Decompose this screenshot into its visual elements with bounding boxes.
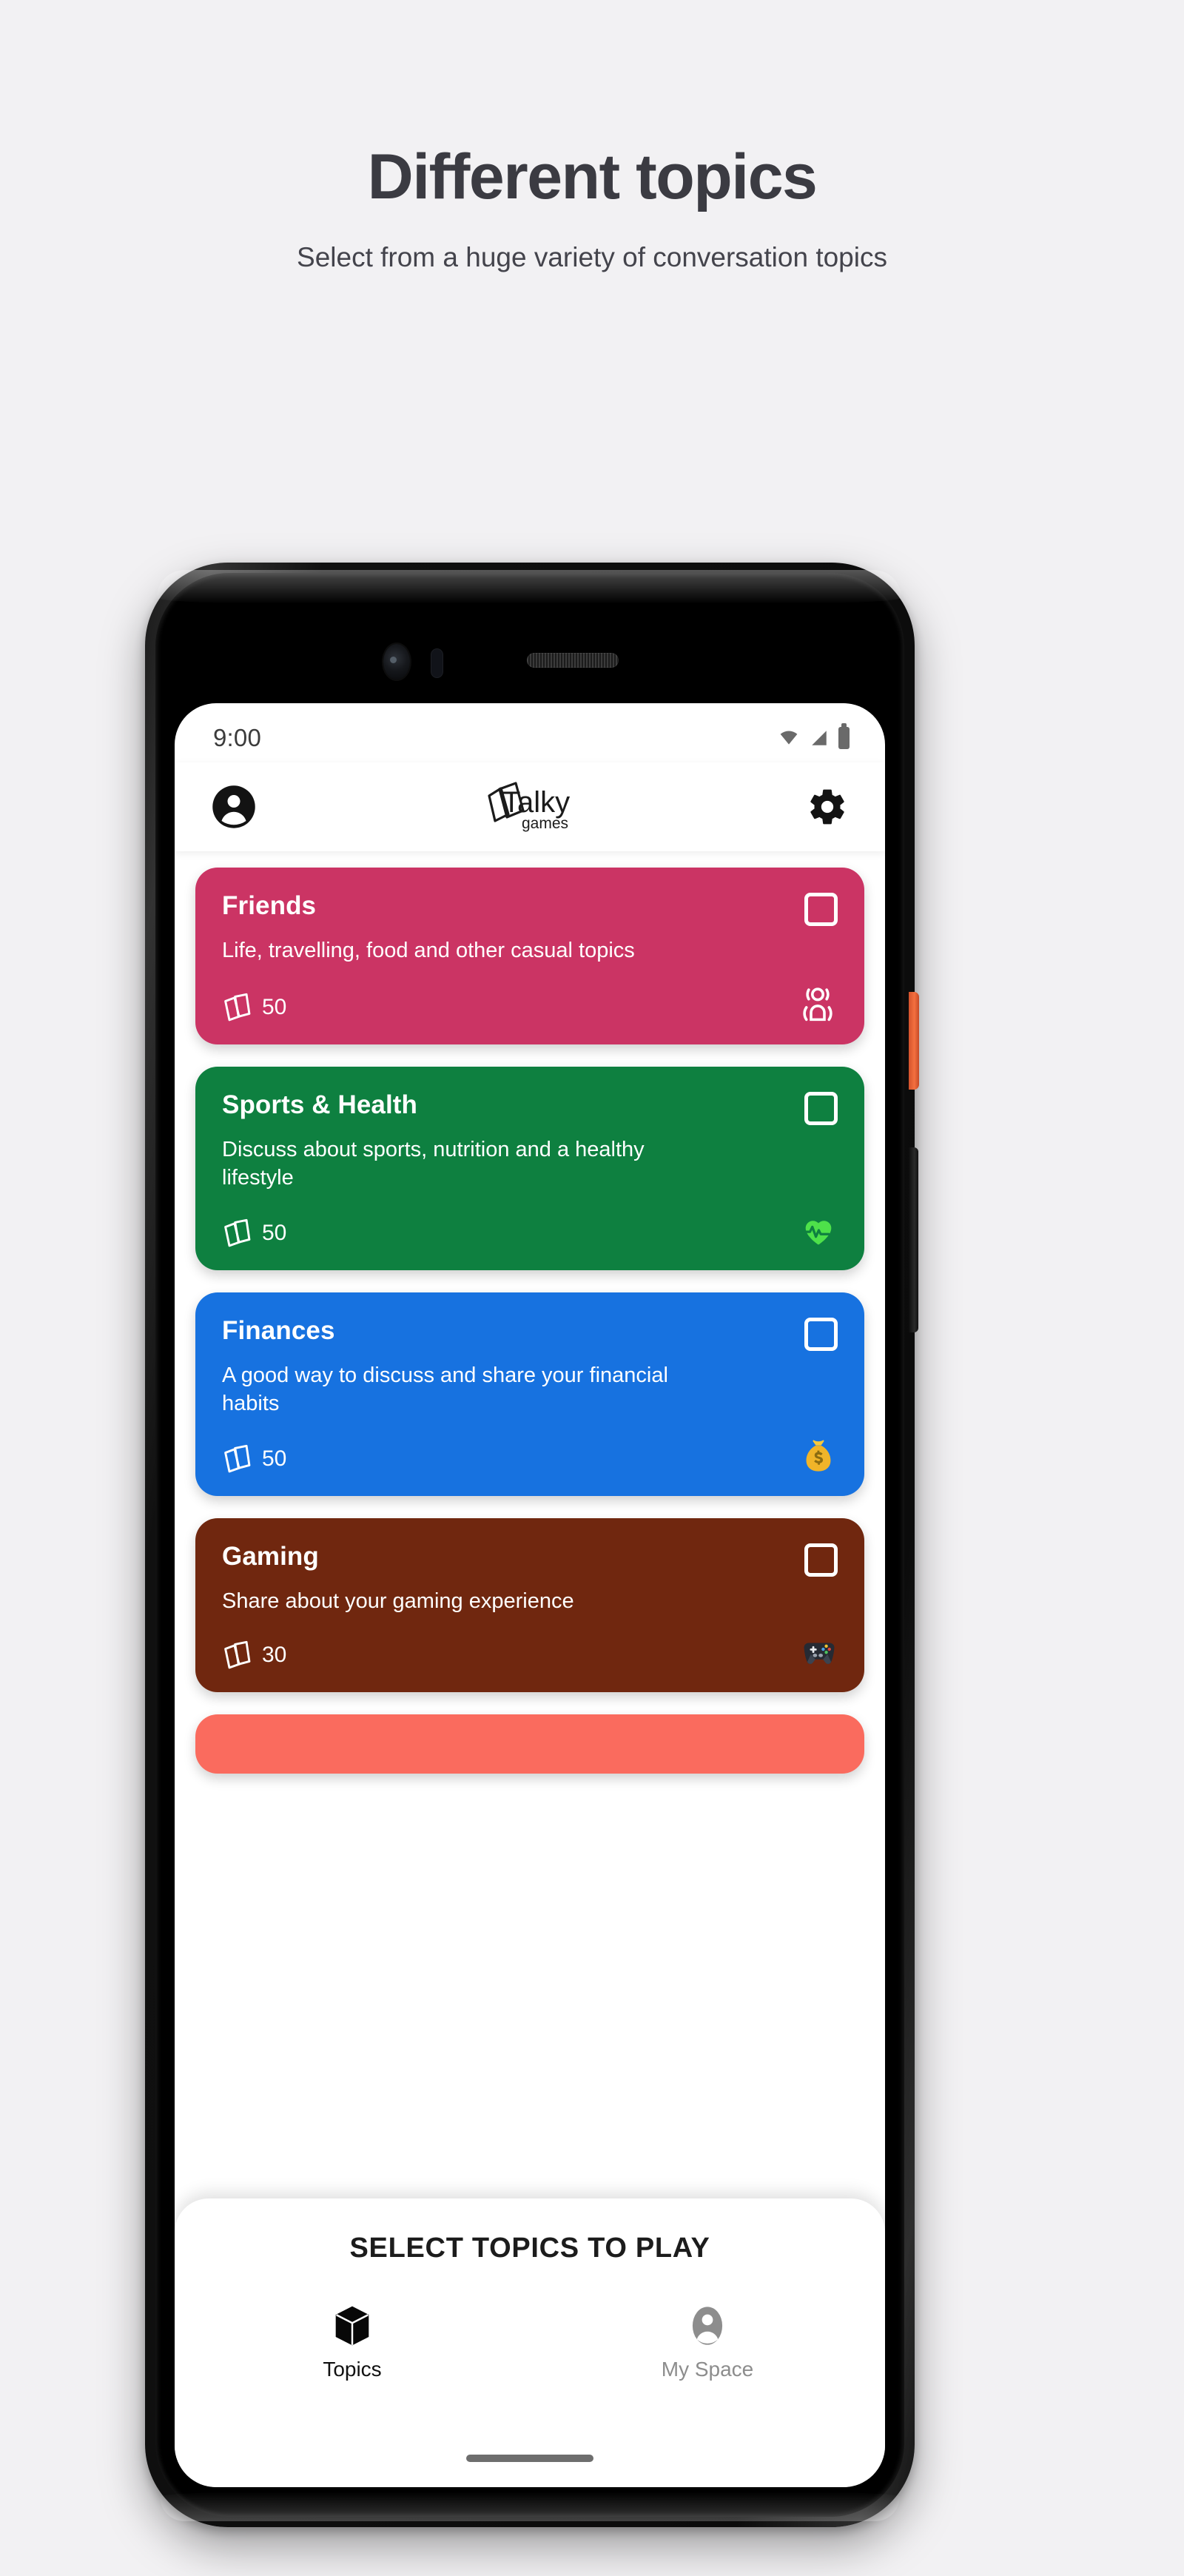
video-game-controller-icon [804,1643,835,1665]
money-bag-icon [806,1440,831,1472]
tab-my-space[interactable]: My Space [530,2304,885,2381]
topic-count-value: 50 [262,1446,287,1472]
cards-stack-icon [224,1444,251,1473]
sheet-title: SELECT TOPICS TO PLAY [349,2233,710,2264]
topic-footer: 50 [222,1418,838,1475]
cube-icon [335,2306,369,2346]
topic-card-count: 50 [222,991,286,1024]
topic-footer: 50 [222,965,838,1024]
cards-stack-icon [224,1219,251,1247]
topic-checkbox[interactable] [804,1318,838,1352]
person-icon [692,2307,723,2345]
topic-count-value: 50 [262,995,287,1020]
green-heart-pulse-icon [804,1221,832,1245]
wifi-icon [780,731,798,745]
topic-description: A good way to discuss and share your fin… [222,1364,668,1415]
phone-mockup: 9:00 Talky games Friends Life, travellin… [145,563,1040,2561]
tab-topics[interactable]: Topics [175,2304,530,2381]
topic-card-friends[interactable]: Friends Life, travelling, food and other… [195,868,864,1045]
volume-rocker-button[interactable] [909,1147,918,1332]
topic-title: Finances [222,1316,335,1346]
bottom-sheet: SELECT TOPICS TO PLAY Topics My Space [175,2198,885,2487]
speaking-head-icon [803,987,832,1022]
topic-card-next[interactable] [195,1714,864,1774]
topic-checkbox[interactable] [804,893,838,926]
app-bar: Talky games [175,762,885,851]
gear-icon[interactable] [807,786,848,828]
account-circle-icon[interactable] [212,785,256,829]
talky-games-logo-icon: Talky games [488,782,570,832]
topic-title: Friends [222,891,317,920]
cards-stack-icon [224,1641,251,1669]
bottom-nav: Topics My Space [175,2304,885,2381]
cellular-signal-icon [812,731,827,745]
earpiece-speaker-icon [527,653,619,668]
front-camera-icon [383,644,410,680]
phone-screen: 9:00 Talky games Friends Life, travellin… [175,703,885,2487]
topic-checkbox[interactable] [804,1543,838,1577]
status-icons [778,723,850,749]
svg-text:games: games [522,815,568,832]
topic-description: Life, travelling, food and other casual … [222,939,635,962]
power-button[interactable] [909,992,919,1090]
promo-header: Different topics Select from a huge vari… [0,0,1184,276]
cards-stack-icon [224,993,251,1022]
topic-card-count: 50 [222,1443,286,1475]
home-indicator[interactable] [466,2455,593,2462]
topic-title: Gaming [222,1542,319,1572]
topic-footer: 50 [222,1192,838,1250]
topic-description: Discuss about sports, nutrition and a he… [222,1138,645,1190]
phone-body: 9:00 Talky games Friends Life, travellin… [145,563,919,2527]
topic-count-value: 50 [262,1221,287,1246]
svg-text:Talky: Talky [502,786,570,819]
battery-icon [838,723,850,749]
status-bar: 9:00 [175,703,885,762]
proximity-sensor-icon [431,648,443,678]
page-title: Different topics [367,141,818,212]
topic-card-count: 50 [222,1217,286,1250]
topic-title: Sports & Health [222,1090,418,1120]
tab-label: My Space [661,2358,754,2381]
topic-footer: 30 [222,1615,838,1671]
topic-card-gaming[interactable]: Gaming Share about your gaming experienc… [195,1518,864,1693]
topic-checkbox[interactable] [804,1092,838,1126]
app-logo: Talky games [483,779,579,834]
topic-count-value: 30 [262,1643,287,1668]
status-time: 9:00 [213,724,262,751]
topic-description: Share about your gaming experience [222,1589,574,1614]
topic-card-finances[interactable]: Finances A good way to discuss and share… [195,1292,864,1497]
tab-label: Topics [323,2358,382,2381]
topic-card-count: 30 [222,1639,286,1671]
page-subtitle: Select from a huge variety of conversati… [297,242,887,272]
topic-card-sports-health[interactable]: Sports & Health Discuss about sports, nu… [195,1067,864,1271]
